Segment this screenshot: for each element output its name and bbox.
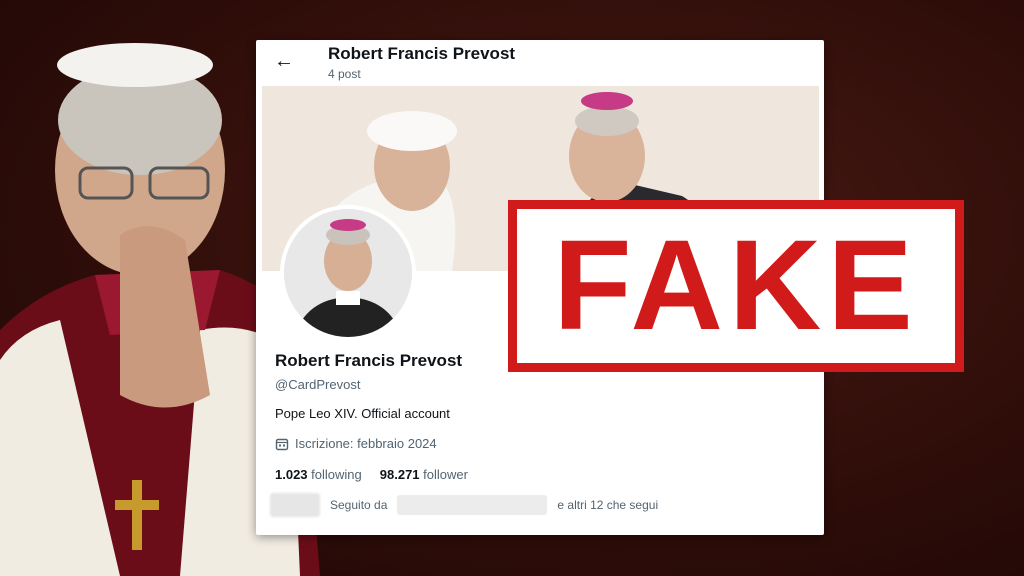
followed-by-prefix: Seguito da (330, 498, 388, 512)
profile-name: Robert Francis Prevost (275, 351, 463, 370)
profile-header: ← Robert Francis Prevost 4 post (256, 40, 824, 86)
fake-stamp: FAKE (508, 200, 964, 372)
followers-label: follower (423, 467, 468, 482)
header-title: Robert Francis Prevost (328, 44, 516, 63)
join-date: Iscrizione: febbraio 2024 (275, 436, 437, 451)
calendar-icon (275, 438, 289, 450)
fake-stamp-text: FAKE (553, 214, 919, 357)
following-count: 1.023 (275, 467, 308, 482)
followed-by[interactable]: Seguito da e altri 12 che segui (270, 493, 658, 517)
blurred-names (397, 495, 548, 515)
following-label: following (311, 467, 362, 482)
followers-link[interactable]: 98.271 follower (380, 467, 468, 482)
followers-count: 98.271 (379, 467, 420, 482)
arrow-left-icon[interactable]: ← (274, 50, 294, 73)
following-link[interactable]: 1.023 following (275, 467, 362, 482)
profile-bio: Pope Leo XIV. Official account (275, 406, 450, 421)
post-count: 4 post (328, 67, 361, 81)
blurred-avatars (270, 493, 320, 517)
followed-by-suffix: e altri 12 che segui (557, 498, 659, 512)
follow-stats: 1.023 following 98.271 follower (275, 467, 468, 482)
join-date-text: Iscrizione: febbraio 2024 (295, 436, 437, 451)
avatar[interactable] (280, 205, 416, 341)
profile-handle: @CardPrevost (275, 377, 361, 392)
